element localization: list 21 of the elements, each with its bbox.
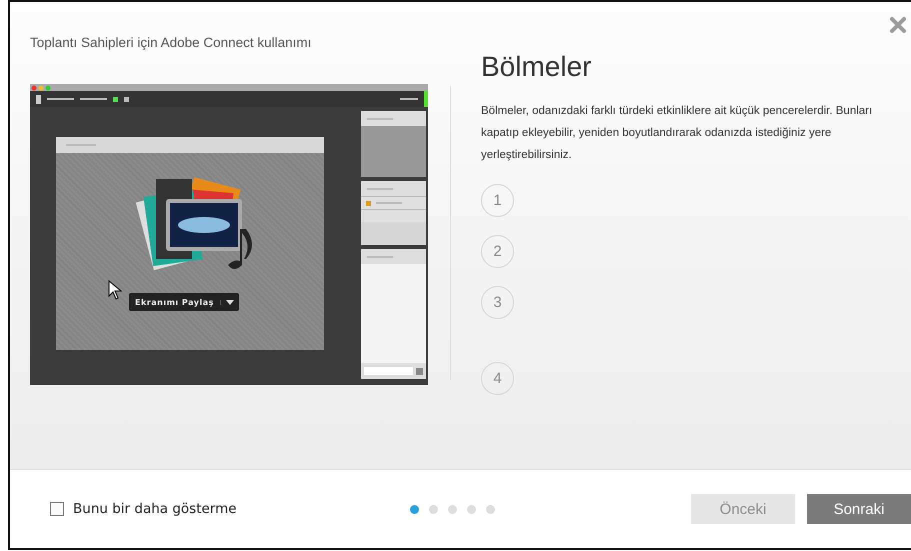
page-dot[interactable] (410, 504, 419, 514)
checkbox-label: Bunu bir daha gösterme (73, 501, 237, 517)
pod-panel-drawing (361, 181, 426, 245)
page-dot[interactable] (448, 504, 457, 514)
pod-panel-drawing (361, 111, 426, 177)
window-controls-icon (31, 84, 53, 90)
step-number: 1 (481, 184, 514, 217)
step-number: 3 (481, 286, 514, 319)
window-title: Toplantı Sahipleri için Adobe Connect kullanımı (30, 35, 312, 50)
page-dot[interactable] (467, 504, 476, 514)
checkbox[interactable] (50, 502, 64, 516)
page-heading: Bölmeler (481, 51, 592, 83)
step-number: 2 (481, 235, 514, 268)
mouse-pointer-icon (108, 280, 122, 300)
next-button[interactable]: Sonraki (807, 494, 911, 524)
page-dot[interactable] (486, 504, 495, 514)
description-text: Bölmeler, odanızdaki farklı türdeki etkinliklere ait küçük pencerelerdir. Bunları kapatıp ekleyebilir, yeniden boyutlandırarak odanızda istediğiniz yere yerleştirebilirsiniz. (481, 104, 874, 163)
close-icon[interactable] (889, 16, 907, 34)
step-number: 4 (481, 362, 514, 395)
page-dot[interactable] (429, 504, 438, 514)
caret-icon (226, 300, 234, 304)
